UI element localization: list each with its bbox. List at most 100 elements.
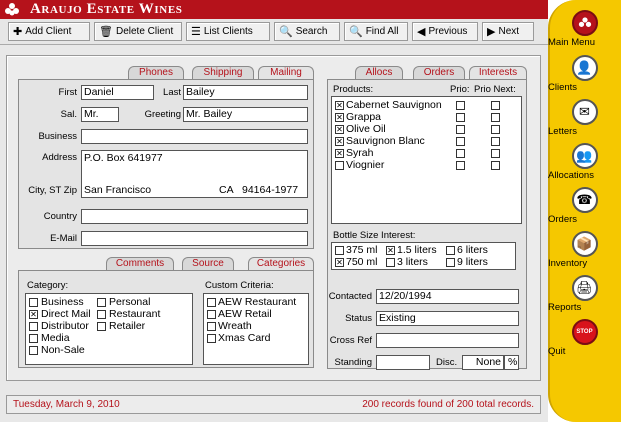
prio-checkbox[interactable] <box>456 113 465 122</box>
sidebar-item-quit[interactable]: STOP Quit <box>548 319 621 357</box>
prio-next-checkbox[interactable] <box>491 161 500 170</box>
current-date: Tuesday, March 9, 2010 <box>13 399 120 410</box>
bottle-size-list: 375 ml ✕ 1.5 liters 6 liters ✕ 750 ml 3 li… <box>331 242 516 270</box>
checkbox-9-liters[interactable] <box>446 258 455 267</box>
checkbox-1-5-liters[interactable]: ✕ <box>386 246 395 255</box>
greeting-field[interactable]: Mr. Bailey <box>183 107 308 122</box>
checkbox-grappa[interactable]: ✕ <box>335 113 344 122</box>
sidebar: Main Menu 👤 Clients ✉ Letters 👥 Allocati… <box>548 0 621 422</box>
checkbox-sauvignon-blanc[interactable]: ✕ <box>335 137 344 146</box>
toolbar: ✚ Add Client 🗑 Delete Client ☰ List Clients… <box>0 19 548 45</box>
checkbox-business[interactable] <box>29 298 38 307</box>
prio-next-checkbox[interactable] <box>491 113 500 122</box>
sidebar-item-orders[interactable]: ☎ Orders <box>548 187 621 225</box>
checkbox-750ml[interactable]: ✕ <box>335 258 344 267</box>
discount-field[interactable]: None <box>462 355 504 370</box>
prio-next-checkbox[interactable] <box>491 101 500 110</box>
checkbox-6-liters[interactable] <box>446 246 455 255</box>
category-list: Business ✕ Direct Mail Distributor Media … <box>25 293 193 365</box>
record-count: 200 records found of 200 total records. <box>362 399 534 410</box>
checkbox-3-liters[interactable] <box>386 258 395 267</box>
prio-checkbox[interactable] <box>456 101 465 110</box>
checkbox-viognier[interactable] <box>335 161 344 170</box>
title-bar: Araujo Estate Wines <box>0 0 548 19</box>
state-value: CA <box>219 184 234 196</box>
standing-field[interactable] <box>376 355 430 370</box>
checkbox-aew-retail[interactable] <box>207 310 216 319</box>
tab-comments[interactable]: Comments <box>106 257 174 270</box>
sidebar-item-main-menu[interactable]: Main Menu <box>548 10 621 48</box>
add-client-button[interactable]: ✚ Add Client <box>8 22 90 41</box>
status-field[interactable]: Existing <box>376 311 519 326</box>
products-list: ✕ Cabernet Sauvignon ✕ Grappa ✕ Olive Oil ✕… <box>331 96 522 224</box>
prio-checkbox[interactable] <box>456 125 465 134</box>
checkbox-aew-restaurant[interactable] <box>207 298 216 307</box>
plus-icon: ✚ <box>13 26 23 38</box>
magnifier-icon: 🔍 <box>349 26 363 38</box>
checkbox-restaurant[interactable] <box>97 310 106 319</box>
checkbox-xmas-card[interactable] <box>207 334 216 343</box>
mailing-panel: First Daniel Last Bailey Sal. Mr. Greeti… <box>18 79 314 249</box>
tab-source[interactable]: Source <box>182 257 234 270</box>
search-button[interactable]: 🔍 Search <box>274 22 340 41</box>
app-title: Araujo Estate Wines <box>30 1 183 17</box>
stop-icon: STOP <box>571 319 598 345</box>
prio-next-checkbox[interactable] <box>491 149 500 158</box>
find-all-button[interactable]: 🔍 Find All <box>344 22 408 41</box>
tab-mailing[interactable]: Mailing <box>258 66 314 79</box>
tab-phones[interactable]: Phones <box>128 66 184 79</box>
prio-checkbox[interactable] <box>456 137 465 146</box>
prio-next-checkbox[interactable] <box>491 125 500 134</box>
checkbox-wreath[interactable] <box>207 322 216 331</box>
checkbox-375ml[interactable] <box>335 246 344 255</box>
inventory-icon: 📦 <box>571 231 598 257</box>
checkbox-media[interactable] <box>29 334 38 343</box>
sidebar-item-allocations[interactable]: 👥 Allocations <box>548 143 621 181</box>
checkbox-syrah[interactable]: ✕ <box>335 149 344 158</box>
prio-next-checkbox[interactable] <box>491 137 500 146</box>
next-button[interactable]: ▶ Next <box>482 22 534 41</box>
checkbox-distributor[interactable] <box>29 322 38 331</box>
email-field[interactable] <box>81 231 308 246</box>
status-bar: Tuesday, March 9, 2010 200 records found… <box>6 395 541 414</box>
cross-ref-field[interactable] <box>376 333 519 348</box>
list-clients-button[interactable]: ☰ List Clients <box>186 22 270 41</box>
tab-shipping[interactable]: Shipping <box>192 66 254 79</box>
country-field[interactable] <box>81 209 308 224</box>
trash-icon: 🗑 <box>99 26 113 38</box>
salutation-field[interactable]: Mr. <box>81 107 119 122</box>
address-field[interactable]: P.O. Box 641977 San Francisco CA 94164-1… <box>81 150 308 198</box>
interests-panel: Products: Prio: Prio Next: ✕ Cabernet Sau… <box>327 79 527 370</box>
sidebar-item-reports[interactable]: 🖨 Reports <box>548 275 621 313</box>
last-name-field[interactable]: Bailey <box>183 85 308 100</box>
arrow-right-icon: ▶ <box>487 26 496 38</box>
first-name-field[interactable]: Daniel <box>81 85 154 100</box>
tab-interests[interactable]: Interests <box>469 66 527 79</box>
arrow-left-icon: ◀ <box>417 26 426 38</box>
sidebar-item-clients[interactable]: 👤 Clients <box>548 55 621 93</box>
zip-value: 94164-1977 <box>242 184 299 196</box>
magnifier-icon: 🔍 <box>279 26 293 38</box>
checkbox-non-sale[interactable] <box>29 346 38 355</box>
checkbox-retailer[interactable] <box>97 322 106 331</box>
prio-checkbox[interactable] <box>456 161 465 170</box>
sidebar-item-inventory[interactable]: 📦 Inventory <box>548 231 621 269</box>
sidebar-item-letters[interactable]: ✉ Letters <box>548 99 621 137</box>
checkbox-personal[interactable] <box>97 298 106 307</box>
checkbox-olive-oil[interactable]: ✕ <box>335 125 344 134</box>
checkbox-direct-mail[interactable]: ✕ <box>29 310 38 319</box>
reports-icon: 🖨 <box>571 275 598 301</box>
previous-button[interactable]: ◀ Previous <box>412 22 478 41</box>
delete-client-button[interactable]: 🗑 Delete Client <box>94 22 182 41</box>
business-field[interactable] <box>81 129 308 144</box>
wine-logo-icon <box>571 10 598 36</box>
custom-criteria-list: AEW Restaurant AEW Retail Wreath Xmas Ca… <box>203 293 309 365</box>
contacted-date-field[interactable]: 12/20/1994 <box>376 289 519 304</box>
tab-categories[interactable]: Categories <box>248 257 314 270</box>
tab-orders[interactable]: Orders <box>413 66 465 79</box>
prio-checkbox[interactable] <box>456 149 465 158</box>
checkbox-cabernet-sauvignon[interactable]: ✕ <box>335 101 344 110</box>
city-value: San Francisco <box>84 184 152 196</box>
discount-percent-label: % <box>504 355 519 370</box>
tab-allocs[interactable]: Allocs <box>355 66 403 79</box>
